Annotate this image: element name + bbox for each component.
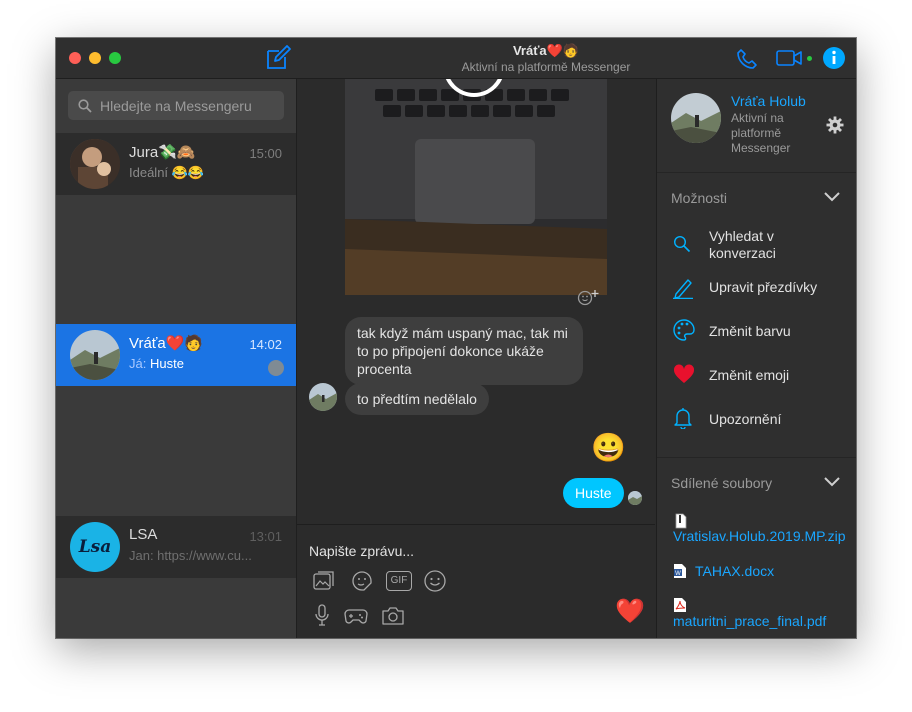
contact-avatar bbox=[671, 93, 721, 143]
divider bbox=[657, 457, 856, 458]
video-call-icon[interactable] bbox=[776, 49, 804, 67]
conversation-list: Hledejte na Messengeru Jura💸🙈 15:00 Ideá… bbox=[56, 79, 297, 638]
message-bubble-incoming: tak když mám uspaný mac, tak mi to po př… bbox=[345, 317, 583, 385]
messenger-window: Vráťa❤️🧑 Aktivní na platformě Messenger … bbox=[56, 38, 856, 638]
avatar-logo-text: Lsa bbox=[78, 537, 112, 557]
online-indicator bbox=[807, 56, 812, 61]
option-change-color[interactable]: Změnit barvu bbox=[657, 319, 856, 359]
compose-icon[interactable] bbox=[265, 45, 291, 71]
search-placeholder: Hledejte na Messengeru bbox=[100, 98, 252, 114]
conversation-time: 15:00 bbox=[249, 146, 282, 161]
message-composer: Napište zprávu... GIF ❤️ bbox=[297, 524, 655, 638]
option-edit-nicknames[interactable]: Upravit přezdívky bbox=[657, 275, 856, 315]
microphone-icon[interactable] bbox=[315, 604, 329, 626]
close-window-button[interactable] bbox=[69, 52, 81, 64]
add-reaction-icon[interactable] bbox=[576, 288, 602, 306]
read-receipt-avatar bbox=[268, 360, 284, 376]
conversation-time: 13:01 bbox=[249, 529, 282, 544]
conversation-preview: Já: Huste bbox=[129, 356, 269, 371]
conversation-item-jura[interactable]: Jura💸🙈 15:00 Ideální 😂😂 bbox=[56, 133, 296, 195]
conversation-status: Aktivní na platformě Messenger bbox=[461, 60, 631, 74]
heart-icon bbox=[673, 364, 695, 383]
options-section-title: Možnosti bbox=[671, 190, 728, 206]
divider bbox=[657, 172, 856, 173]
info-icon[interactable] bbox=[822, 46, 846, 70]
conversation-time: 14:02 bbox=[249, 337, 282, 352]
option-notifications[interactable]: Upozornění bbox=[657, 407, 856, 447]
conversation-item-lsa[interactable]: Lsa LSA 13:01 Jan: https://www.cu... bbox=[56, 516, 296, 578]
zip-file-icon bbox=[675, 513, 687, 529]
avatar: Lsa bbox=[70, 522, 120, 572]
option-label: Upozornění bbox=[709, 411, 782, 427]
sender-avatar bbox=[309, 383, 337, 411]
zoom-window-button[interactable] bbox=[109, 52, 121, 64]
conversation-name: Vráťa❤️🧑 bbox=[129, 335, 204, 352]
camera-icon[interactable] bbox=[381, 606, 405, 626]
pdf-file-icon bbox=[674, 598, 686, 612]
minimize-window-button[interactable] bbox=[89, 52, 101, 64]
conversation-name: LSA bbox=[129, 526, 158, 543]
option-change-emoji[interactable]: Změnit emoji bbox=[657, 363, 856, 403]
conversation-name: Jura💸🙈 bbox=[129, 144, 196, 161]
svg-text:W: W bbox=[675, 571, 681, 577]
option-search-conversation[interactable]: Vyhledat v konverzaci bbox=[657, 225, 856, 265]
emoji-icon[interactable] bbox=[423, 569, 447, 593]
option-label: Změnit emoji bbox=[709, 367, 790, 383]
sticker-icon[interactable] bbox=[351, 570, 373, 592]
search-icon bbox=[673, 235, 691, 253]
message-input[interactable]: Napište zprávu... bbox=[309, 543, 414, 559]
send-like-button[interactable]: ❤️ bbox=[615, 598, 645, 626]
seen-avatar bbox=[628, 491, 642, 505]
game-controller-icon[interactable] bbox=[344, 607, 368, 625]
message-bubble-outgoing: Huste bbox=[563, 478, 624, 508]
bell-icon bbox=[674, 408, 692, 429]
conversation-preview: Ideální 😂😂 bbox=[129, 165, 205, 180]
shared-file-link[interactable]: maturitni_prace_final.pdf bbox=[673, 613, 826, 629]
chat-area: tak když mám uspaný mac, tak mi to po př… bbox=[297, 79, 655, 638]
preview-text: Huste bbox=[149, 356, 184, 371]
search-icon bbox=[78, 99, 92, 113]
shared-file-link[interactable]: Vratislav.Holub.2019.MP.zip bbox=[673, 528, 846, 544]
option-label: Vyhledat v konverzaci bbox=[709, 228, 776, 261]
files-section-title: Sdílené soubory bbox=[671, 475, 773, 491]
conversation-item-vrata[interactable]: Vráťa❤️🧑 14:02 Já: Huste bbox=[56, 324, 296, 386]
avatar bbox=[70, 330, 120, 380]
gear-icon[interactable] bbox=[826, 116, 844, 134]
contact-status: Aktivní na platformě Messenger bbox=[731, 111, 791, 155]
search-input[interactable]: Hledejte na Messengeru bbox=[68, 91, 284, 120]
shared-photo[interactable] bbox=[345, 79, 607, 295]
preview-prefix: Já: bbox=[129, 356, 150, 371]
palette-icon bbox=[673, 319, 695, 341]
phone-call-icon[interactable] bbox=[736, 48, 758, 70]
word-file-icon: W bbox=[674, 564, 686, 578]
chevron-down-icon[interactable] bbox=[824, 192, 840, 202]
conversation-title: Vráťa❤️🧑 bbox=[512, 43, 580, 58]
photo-icon[interactable] bbox=[313, 571, 335, 591]
pencil-icon bbox=[673, 279, 693, 299]
emoji-message: 😀 bbox=[591, 432, 626, 463]
shared-file-link[interactable]: TAHAX.docx bbox=[695, 563, 774, 579]
avatar bbox=[70, 139, 120, 189]
option-label: Upravit přezdívky bbox=[709, 279, 818, 295]
message-bubble-incoming: to předtím nedělalo bbox=[345, 383, 489, 415]
option-label: Změnit barvu bbox=[709, 323, 791, 339]
contact-name[interactable]: Vráťa Holub bbox=[731, 93, 806, 109]
gif-button[interactable]: GIF bbox=[386, 571, 412, 591]
conversation-preview: Jan: https://www.cu... bbox=[129, 548, 252, 563]
chevron-down-icon[interactable] bbox=[824, 477, 840, 487]
info-panel: Vráťa Holub Aktivní na platformě Messeng… bbox=[656, 79, 856, 638]
empty-list-area bbox=[56, 195, 296, 321]
title-bar: Vráťa❤️🧑 Aktivní na platformě Messenger bbox=[56, 38, 856, 79]
